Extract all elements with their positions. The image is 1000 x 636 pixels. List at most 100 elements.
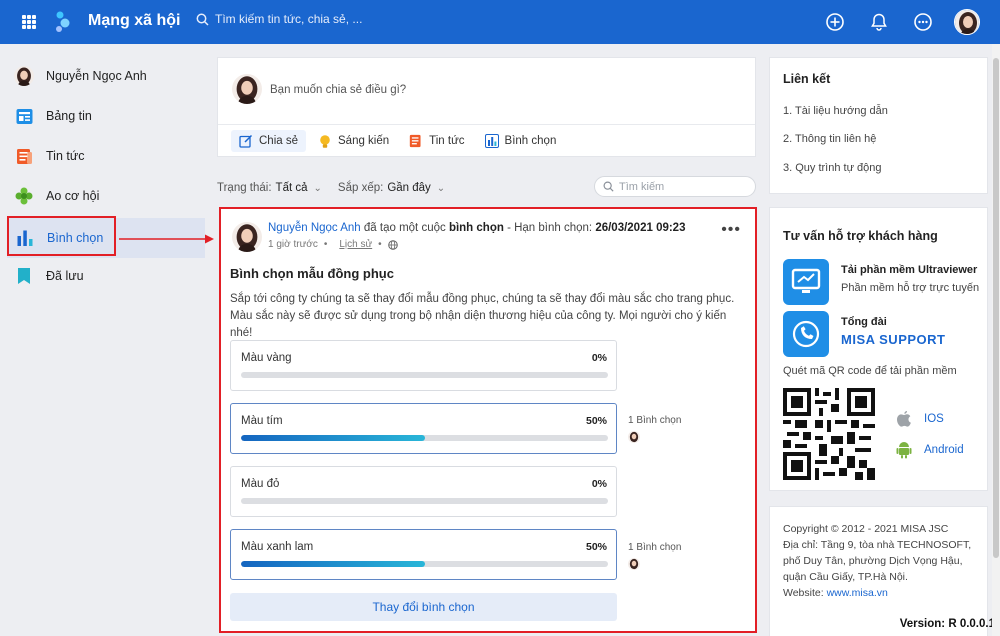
poll-post-card: Nguyễn Ngọc Anh đã tạo một cuộc bình chọ… xyxy=(219,207,757,633)
voter-avatar[interactable] xyxy=(628,558,640,570)
change-vote-button[interactable]: Thay đổi bình chọn xyxy=(230,593,617,621)
feed-search[interactable] xyxy=(594,176,756,197)
ios-download-link[interactable]: IOS xyxy=(896,410,944,428)
hotline-label: Tổng đài xyxy=(841,316,887,328)
poll-option[interactable]: Màu xanh lam 50% xyxy=(230,529,617,580)
sidebar-item-saved[interactable]: Đã lưu xyxy=(14,258,204,294)
status-filter-label: Trạng thái: xyxy=(217,182,272,194)
post-action-text: đã tạo một cuộc xyxy=(363,222,446,234)
news-icon xyxy=(14,146,34,166)
search-icon xyxy=(603,181,614,192)
link-item[interactable]: 1. Tài liệu hướng dẫn xyxy=(783,105,888,117)
ultraviewer-download[interactable]: Tải phần mềm Ultraviewer Phần mềm hỗ trợ… xyxy=(783,259,979,305)
app-title[interactable]: Mạng xã hội xyxy=(88,12,180,30)
ultraviewer-title: Tải phần mềm Ultraviewer xyxy=(841,264,978,276)
poll-vote-count[interactable]: 1 Bình chọn xyxy=(628,542,681,570)
post-headline: Nguyễn Ngọc Anh đã tạo một cuộc bình chọ… xyxy=(268,222,685,234)
post-composer: Bạn muốn chia sẻ điều gì? Chia sẻ Sáng k… xyxy=(217,57,756,157)
website-label: Website: xyxy=(783,587,824,599)
poll-option[interactable]: Màu tím 50% xyxy=(230,403,617,454)
news-icon xyxy=(409,134,421,148)
apple-icon xyxy=(897,411,911,427)
link-item[interactable]: 3. Quy trình tự động xyxy=(783,162,881,174)
poll-option-label: Màu đỏ xyxy=(241,478,280,490)
poll-option[interactable]: Màu đỏ 0% xyxy=(230,466,617,517)
website-link[interactable]: www.misa.vn xyxy=(827,587,888,599)
profile-avatar xyxy=(14,66,34,86)
poll-progress-fill xyxy=(241,435,425,441)
hotline-support[interactable]: Tổng đài MISA SUPPORT xyxy=(783,311,945,357)
history-link[interactable]: Lịch sử xyxy=(339,239,372,250)
status-filter-dropdown[interactable]: Tất cả xyxy=(276,182,308,194)
sort-filter-dropdown[interactable]: Gần đây xyxy=(387,182,430,194)
deadline-value: 26/03/2021 09:23 xyxy=(595,222,686,234)
chevron-down-icon[interactable]: ⌄ xyxy=(437,183,445,194)
phone-icon xyxy=(783,311,829,357)
user-avatar[interactable] xyxy=(954,9,980,35)
deadline-label: - Hạn bình chọn: xyxy=(507,222,593,234)
links-title: Liên kết xyxy=(783,72,831,86)
sidebar-item-news[interactable]: Tin tức xyxy=(14,138,204,174)
poll-vote-count[interactable]: 1 Bình chọn xyxy=(628,415,681,443)
voter-avatar[interactable] xyxy=(628,431,640,443)
add-post-icon[interactable] xyxy=(822,9,848,35)
android-download-link[interactable]: Android xyxy=(896,441,964,459)
lightbulb-icon xyxy=(320,134,330,148)
ultraviewer-icon xyxy=(783,259,829,305)
scrollbar-thumb[interactable] xyxy=(993,58,999,558)
poll-description: Sắp tới công ty chúng ta sẽ thay đổi mẫu… xyxy=(230,293,735,339)
poll-option-label: Màu tím xyxy=(241,415,283,427)
composer-news-button[interactable]: Tin tức xyxy=(401,130,472,152)
copyright-text: Copyright © 2012 - 2021 MISA JSC xyxy=(783,523,949,535)
sidebar-item-opportunity[interactable]: Ao cơ hội xyxy=(14,178,204,214)
poll-progress-track xyxy=(241,498,608,504)
sidebar-profile[interactable]: Nguyễn Ngọc Anh xyxy=(14,58,204,94)
support-panel: Tư vấn hỗ trợ khách hàng Tải phần mềm Ul… xyxy=(769,207,988,491)
footer-panel: Copyright © 2012 - 2021 MISA JSC Địa chỉ… xyxy=(769,506,988,636)
poll-progress-track xyxy=(241,372,608,378)
post-author-avatar[interactable] xyxy=(232,222,262,252)
sidebar-user-name: Nguyễn Ngọc Anh xyxy=(46,69,147,83)
poll-option-label: Màu vàng xyxy=(241,352,292,364)
feed-search-input[interactable] xyxy=(619,180,739,193)
composer-share-button[interactable]: Chia sẻ xyxy=(231,130,306,152)
annotation-highlight-box xyxy=(7,216,116,256)
address-text: Địa chỉ: Tầng 9, tòa nhà TECHNOSOFT, phố… xyxy=(783,539,972,583)
apps-grid-icon[interactable] xyxy=(22,15,36,29)
more-menu-icon[interactable] xyxy=(910,9,936,35)
composer-input[interactable]: Bạn muốn chia sẻ điều gì? xyxy=(270,84,406,96)
brand-logo-icon xyxy=(56,11,70,32)
post-author-link[interactable]: Nguyễn Ngọc Anh xyxy=(268,222,361,234)
separator-dot: • xyxy=(378,239,382,250)
globe-icon xyxy=(387,239,398,250)
global-search-input[interactable] xyxy=(215,12,515,26)
composer-idea-button[interactable]: Sáng kiến xyxy=(310,130,397,152)
poll-option-label: Màu xanh lam xyxy=(241,541,314,553)
sidebar-item-label: Bảng tin xyxy=(46,109,92,123)
post-type: bình chọn xyxy=(448,222,504,234)
composer-avatar xyxy=(232,74,262,104)
bell-icon[interactable] xyxy=(866,9,892,35)
poll-icon xyxy=(484,134,499,148)
poll-option-percent: 50% xyxy=(585,415,607,427)
composer-poll-button[interactable]: Bình chọn xyxy=(477,130,565,152)
poll-title: Bình chọn mẫu đồng phục xyxy=(230,266,394,281)
sidebar-item-label: Ao cơ hội xyxy=(46,189,100,203)
composer-divider xyxy=(218,124,755,125)
newsfeed-icon xyxy=(14,106,34,126)
sidebar-item-newsfeed[interactable]: Bảng tin xyxy=(14,98,204,134)
link-item[interactable]: 2. Thông tin liên hệ xyxy=(783,133,876,145)
annotation-arrow xyxy=(119,234,214,244)
support-title: Tư vấn hỗ trợ khách hàng xyxy=(783,229,938,243)
qr-caption: Quét mã QR code để tải phần mềm xyxy=(783,365,957,377)
android-icon xyxy=(896,442,912,459)
poll-option[interactable]: Màu vàng 0% xyxy=(230,340,617,391)
ultraviewer-subtitle: Phần mềm hỗ trợ trực tuyến xyxy=(841,282,980,294)
opportunity-icon xyxy=(14,186,34,206)
sidebar-item-label: Tin tức xyxy=(46,149,85,163)
poll-option-percent: 0% xyxy=(591,478,607,490)
post-options-icon[interactable]: ••• xyxy=(721,221,741,239)
global-search[interactable] xyxy=(196,12,515,26)
chevron-down-icon[interactable]: ⌄ xyxy=(314,183,322,194)
page-scrollbar[interactable] xyxy=(992,44,1000,636)
